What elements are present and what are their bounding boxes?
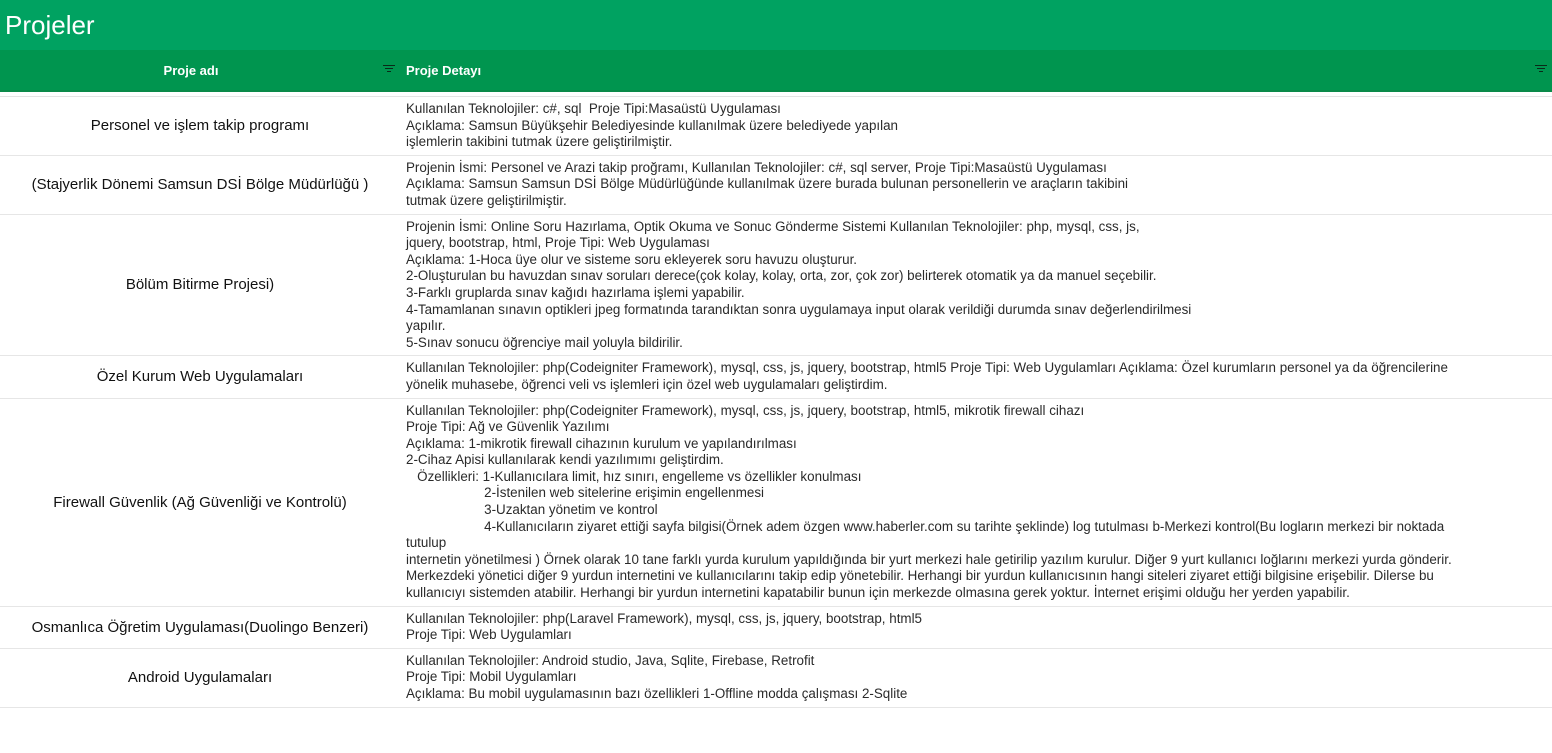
project-detail-cell: Kullanılan Teknolojiler: c#, sql Proje T… xyxy=(400,97,1552,155)
project-detail-cell: Projenin İsmi: Personel ve Arazi takip p… xyxy=(400,156,1552,214)
project-name-cell: Osmanlıca Öğretim Uygulaması(Duolingo Be… xyxy=(31,618,369,636)
detail-line: Kullanılan Teknolojiler: Android studio,… xyxy=(406,652,815,668)
project-name-cell: Özel Kurum Web Uygulamaları xyxy=(96,368,304,386)
detail-line: kullanıcıyı sistemden atabilir. Herhangi… xyxy=(406,585,1350,601)
detail-line: Merkezdeki yönetici diğer 9 yurdun inter… xyxy=(406,568,1434,584)
filter-icon[interactable] xyxy=(382,65,396,75)
detail-line: Proje Tipi: Mobil Uygulamları xyxy=(406,669,577,685)
project-detail-cell: Kullanılan Teknolojiler: php(Laravel Fra… xyxy=(400,607,1552,648)
app-titlebar: Projeler xyxy=(0,0,1552,50)
detail-line: Açıklama: Bu mobil uygulamasının bazı öz… xyxy=(406,686,908,701)
detail-line: Açıklama: 1-Hoca üye olur ve sisteme sor… xyxy=(406,251,858,267)
project-name-cell: Personel ve işlem takip programı xyxy=(90,117,310,135)
column-header-project-name[interactable]: Proje adı xyxy=(0,50,400,90)
table-header: Proje adı Proje Detayı xyxy=(0,50,1552,92)
projects-table: Personel ve işlem takip programı Kullanı… xyxy=(0,97,1552,708)
project-detail-cell: Kullanılan Teknolojiler: Android studio,… xyxy=(400,649,1552,707)
detail-line: işlemlerin takibini tutmak üzere gelişti… xyxy=(406,134,673,150)
page-title: Projeler xyxy=(5,9,95,40)
detail-line: Kullanılan Teknolojiler: c#, sql Proje T… xyxy=(406,101,781,116)
project-name-cell: Firewall Güvenlik (Ağ Güvenliği ve Kontr… xyxy=(53,493,347,511)
detail-line: 4-Tamamlanan sınavın optikleri jpeg form… xyxy=(406,301,1192,317)
table-row: Personel ve işlem takip programı Kullanı… xyxy=(0,97,1552,156)
detail-line: Proje Tipi: Web Uygulamları xyxy=(406,627,572,643)
column-header-label: Proje adı xyxy=(163,62,219,78)
table-row: Firewall Güvenlik (Ağ Güvenliği ve Kontr… xyxy=(0,399,1552,607)
detail-line: 3-Uzaktan yönetim ve kontrol xyxy=(406,502,658,518)
project-name-cell: (Stajyerlik Dönemi Samsun DSİ Bölge Müdü… xyxy=(31,176,369,194)
table-row: Android Uygulamaları Kullanılan Teknoloj… xyxy=(0,649,1552,708)
project-detail-cell: Kullanılan Teknolojiler: php(Codeigniter… xyxy=(400,356,1552,397)
project-name-cell: Android Uygulamaları xyxy=(127,669,273,687)
detail-line: 2-Cihaz Apisi kullanılarak kendi yazılım… xyxy=(406,452,724,468)
detail-line: Projenin İsmi: Online Soru Hazırlama, Op… xyxy=(406,218,1140,234)
detail-line: 2-İstenilen web sitelerine erişimin enge… xyxy=(406,485,764,501)
detail-line: Kullanılan Teknolojiler: php(Codeigniter… xyxy=(406,360,1448,376)
detail-line: 2-Oluşturulan bu havuzdan sınav soruları… xyxy=(406,268,1157,284)
detail-line: Açıklama: 1-mikrotik firewall cihazının … xyxy=(406,435,797,451)
detail-line: Proje Tipi: Ağ ve Güvenlik Yazılımı xyxy=(406,419,610,435)
detail-line: Açıklama: Samsun Samsun DSİ Bölge Müdürl… xyxy=(406,176,1129,192)
detail-line: Projenin İsmi: Personel ve Arazi takip p… xyxy=(406,159,1107,175)
detail-line: 5-Sınav sonucu öğrenciye mail yoluyla bi… xyxy=(406,334,683,350)
column-header-label: Proje Detayı xyxy=(406,62,482,78)
detail-line: tutulup xyxy=(406,535,447,551)
detail-line: Açıklama: Samsun Büyükşehir Belediyesind… xyxy=(406,117,899,133)
detail-line: 3-Farklı gruplarda sınav kağıdı hazırlam… xyxy=(406,284,745,300)
detail-line: internetin yönetilmesi ) Örnek olarak 10… xyxy=(406,551,1452,567)
detail-line: tutmak üzere geliştirilmiştir. xyxy=(406,192,567,208)
table-row: (Stajyerlik Dönemi Samsun DSİ Bölge Müdü… xyxy=(0,156,1552,215)
detail-line: Özellikleri: 1-Kullanıcılara limit, hız … xyxy=(406,468,862,484)
project-detail-cell: Kullanılan Teknolojiler: php(Codeigniter… xyxy=(400,399,1552,606)
filter-icon[interactable] xyxy=(1534,65,1548,75)
table-row: Osmanlıca Öğretim Uygulaması(Duolingo Be… xyxy=(0,607,1552,649)
detail-line: Kullanılan Teknolojiler: php(Laravel Fra… xyxy=(406,610,922,626)
detail-line: yapılır. xyxy=(406,318,446,334)
project-name-cell: Bölüm Bitirme Projesi) xyxy=(125,276,275,294)
detail-line: 4-Kullanıcıların ziyaret ettiği sayfa bi… xyxy=(406,518,1445,534)
detail-line: yönelik muhasebe, öğrenci veli vs işleml… xyxy=(406,376,888,392)
table-row: Özel Kurum Web Uygulamaları Kullanılan T… xyxy=(0,356,1552,399)
detail-line: jquery, bootstrap, html, Proje Tipi: Web… xyxy=(406,235,710,251)
table-row: Bölüm Bitirme Projesi) Projenin İsmi: On… xyxy=(0,215,1552,357)
column-header-project-detail[interactable]: Proje Detayı xyxy=(400,50,1552,90)
detail-line: Kullanılan Teknolojiler: php(Codeigniter… xyxy=(406,402,1085,418)
project-detail-cell: Projenin İsmi: Online Soru Hazırlama, Op… xyxy=(400,215,1552,356)
